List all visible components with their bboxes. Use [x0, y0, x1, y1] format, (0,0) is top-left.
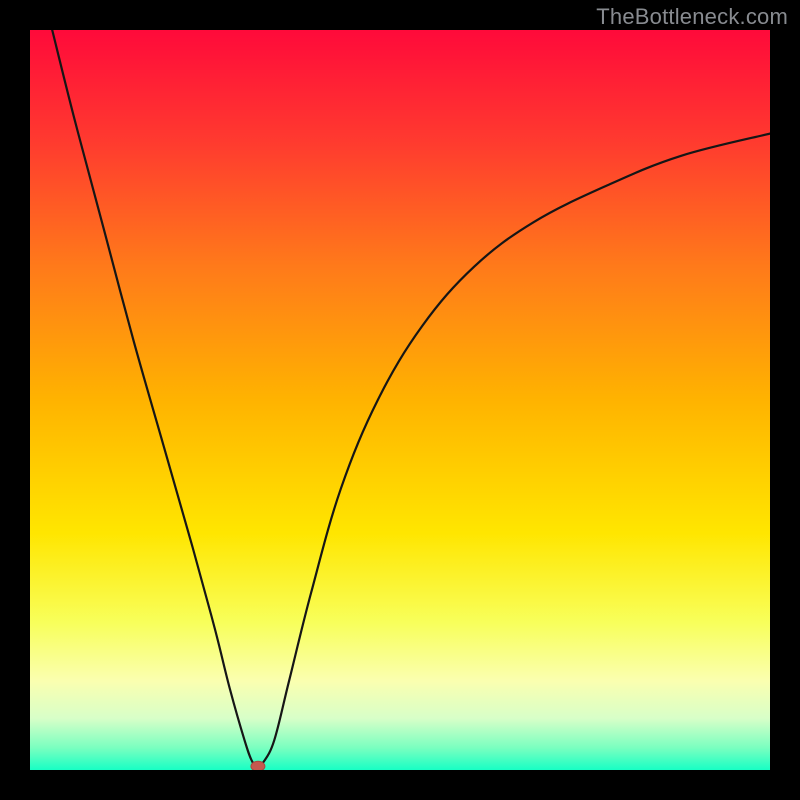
plot-area — [30, 30, 770, 770]
bottleneck-curve — [52, 30, 770, 767]
curve-svg — [30, 30, 770, 770]
chart-frame: TheBottleneck.com — [0, 0, 800, 800]
minimum-marker — [251, 761, 265, 770]
attribution-text: TheBottleneck.com — [596, 4, 788, 30]
